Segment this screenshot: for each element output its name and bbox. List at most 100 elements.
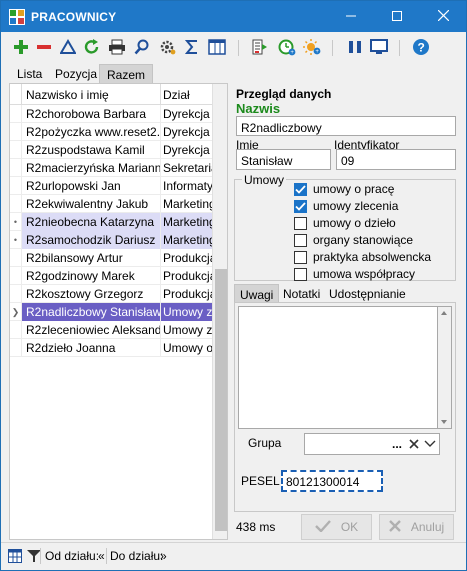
- cell-name[interactable]: R2pożyczka www.reset2.pl: [22, 123, 161, 141]
- cell-name[interactable]: R2nadliczbowy Stanisław: [22, 303, 161, 321]
- from-dept-value[interactable]: «: [98, 549, 105, 563]
- table-row[interactable]: R2pożyczka www.reset2.pl Dyrekcja: [10, 123, 212, 141]
- cell-dept[interactable]: Informatyka: [161, 177, 212, 195]
- tab-pozycja[interactable]: Pozycja: [48, 64, 104, 83]
- cell-name[interactable]: R2urlopowski Jan: [22, 177, 161, 195]
- contract-checkbox-row[interactable]: praktyka absolwencka: [294, 249, 431, 265]
- cell-dept[interactable]: Dyrekcja: [161, 141, 212, 159]
- cell-name[interactable]: R2dzieło Joanna: [22, 339, 161, 357]
- identifier-field[interactable]: 09: [336, 149, 456, 170]
- cell-name[interactable]: R2zleceniowiec Aleksander: [22, 321, 161, 339]
- contract-checkbox-row[interactable]: umowy zlecenia: [294, 198, 398, 214]
- cell-dept[interactable]: Umowy zlecenia: [161, 321, 212, 339]
- contract-checkbox-row[interactable]: organy stanowiące: [294, 232, 413, 248]
- tab-notatki[interactable]: Notatki: [278, 284, 325, 303]
- group-combobox[interactable]: ...: [304, 433, 440, 455]
- table-row[interactable]: R2kosztowy Grzegorz Produkcja: [10, 285, 212, 303]
- tab-udostepnianie[interactable]: Udostępnianie: [324, 284, 411, 303]
- close-button[interactable]: [420, 1, 466, 32]
- table-row[interactable]: • R2samochodzik Dariusz Marketing: [10, 231, 212, 249]
- cell-name[interactable]: R2zuspodstawa Kamil: [22, 141, 161, 159]
- cell-name[interactable]: R2kosztowy Grzegorz: [22, 285, 161, 303]
- cell-name[interactable]: R2macierzyńska Marianna: [22, 159, 161, 177]
- table-row[interactable]: R2chorobowa Barbara Dyrekcja: [10, 105, 212, 123]
- first-name-field[interactable]: Stanisław: [236, 149, 331, 170]
- cell-dept[interactable]: Sekretariat: [161, 159, 212, 177]
- group-ellipsis-button[interactable]: ...: [392, 437, 402, 451]
- sun-button[interactable]: +: [302, 38, 322, 58]
- column-header-name[interactable]: Nazwisko i imię: [22, 84, 161, 105]
- columns-button[interactable]: [207, 38, 227, 58]
- chevron-down-icon[interactable]: [424, 438, 436, 452]
- checkbox[interactable]: [294, 233, 307, 247]
- funnel-icon[interactable]: [27, 549, 41, 566]
- table-icon[interactable]: [8, 549, 22, 566]
- cell-dept[interactable]: Produkcja: [161, 285, 212, 303]
- to-dept-value[interactable]: »: [160, 549, 167, 563]
- settings-button[interactable]: [157, 38, 177, 58]
- cell-name[interactable]: R2nieobecna Katarzyna: [22, 213, 161, 231]
- table-row[interactable]: ❯R2nadliczbowy StanisławUmowy zlecenia: [10, 303, 212, 321]
- ok-button[interactable]: OK: [301, 514, 372, 540]
- filter-button[interactable]: [58, 38, 78, 58]
- column-header-dept[interactable]: Dział: [161, 84, 211, 105]
- notes-scrollbar[interactable]: [438, 306, 452, 429]
- sum-button[interactable]: [182, 38, 202, 58]
- cell-dept[interactable]: Marketing: [161, 213, 212, 231]
- cell-dept[interactable]: Marketing: [161, 195, 212, 213]
- checkbox[interactable]: [294, 250, 307, 264]
- cell-name[interactable]: R2bilansowy Artur: [22, 249, 161, 267]
- pesel-field[interactable]: 80121300014: [281, 470, 383, 492]
- grid-scrollbar-thumb[interactable]: [215, 269, 227, 531]
- search-button[interactable]: [132, 38, 152, 58]
- cell-dept[interactable]: Dyrekcja: [161, 105, 212, 123]
- table-row[interactable]: R2ekwiwalentny Jakub Marketing: [10, 195, 212, 213]
- checkbox[interactable]: [294, 267, 307, 281]
- cell-name[interactable]: R2chorobowa Barbara: [22, 105, 161, 123]
- clock-button[interactable]: +: [277, 38, 297, 58]
- employee-grid[interactable]: Nazwisko i imię Dział R2chorobowa Barbar…: [9, 83, 228, 540]
- cell-name[interactable]: R2godzinowy Marek: [22, 267, 161, 285]
- add-button[interactable]: [11, 38, 31, 58]
- monitor-button[interactable]: [369, 38, 389, 58]
- contract-checkbox-row[interactable]: umowy o dzieło: [294, 215, 396, 231]
- tab-razem[interactable]: Razem: [99, 64, 154, 83]
- checkbox[interactable]: [294, 182, 307, 196]
- notes-textarea[interactable]: [238, 306, 438, 429]
- cell-dept[interactable]: Marketing: [161, 231, 212, 249]
- checkbox[interactable]: [294, 199, 307, 213]
- surname-field[interactable]: R2nadliczbowy: [236, 116, 456, 136]
- cell-name[interactable]: R2samochodzik Dariusz: [22, 231, 161, 249]
- contract-checkbox-row[interactable]: umowy o pracę: [294, 181, 394, 197]
- cell-dept[interactable]: Umowy zlecenia: [161, 303, 212, 321]
- title-bar[interactable]: PRACOWNICY: [1, 1, 466, 32]
- cell-dept[interactable]: Umowy o dzieło: [161, 339, 212, 357]
- clear-icon[interactable]: [409, 438, 419, 452]
- table-row[interactable]: R2bilansowy Artur Produkcja: [10, 249, 212, 267]
- cell-dept[interactable]: Produkcja: [161, 267, 212, 285]
- grid-scrollbar[interactable]: [212, 84, 227, 539]
- table-row[interactable]: • R2nieobecna Katarzyna Marketing: [10, 213, 212, 231]
- table-row[interactable]: R2urlopowski JanInformatyka: [10, 177, 212, 195]
- cell-name[interactable]: R2ekwiwalentny Jakub: [22, 195, 161, 213]
- split-view-button[interactable]: [345, 38, 365, 58]
- cell-dept[interactable]: Dyrekcja: [161, 123, 212, 141]
- table-row[interactable]: R2zuspodstawa Kamil Dyrekcja: [10, 141, 212, 159]
- table-row[interactable]: R2dzieło JoannaUmowy o dzieło: [10, 339, 212, 357]
- minimize-button[interactable]: [328, 1, 374, 32]
- help-button[interactable]: ?: [411, 38, 431, 58]
- tab-uwagi[interactable]: Uwagi: [234, 284, 280, 303]
- export-button[interactable]: [251, 38, 271, 58]
- cell-dept[interactable]: Produkcja: [161, 249, 212, 267]
- checkbox[interactable]: [294, 216, 307, 230]
- refresh-button[interactable]: [82, 38, 102, 58]
- delete-button[interactable]: [34, 38, 54, 58]
- table-row[interactable]: R2godzinowy Marek Produkcja: [10, 267, 212, 285]
- contract-checkbox-row[interactable]: umowa współpracy: [294, 266, 415, 282]
- table-row[interactable]: R2zleceniowiec AleksanderUmowy zlecenia: [10, 321, 212, 339]
- maximize-button[interactable]: [374, 1, 420, 32]
- tab-lista[interactable]: Lista: [10, 64, 49, 83]
- cancel-button[interactable]: Anuluj: [379, 514, 454, 540]
- table-row[interactable]: R2macierzyńska MariannaSekretariat: [10, 159, 212, 177]
- print-button[interactable]: [107, 38, 127, 58]
